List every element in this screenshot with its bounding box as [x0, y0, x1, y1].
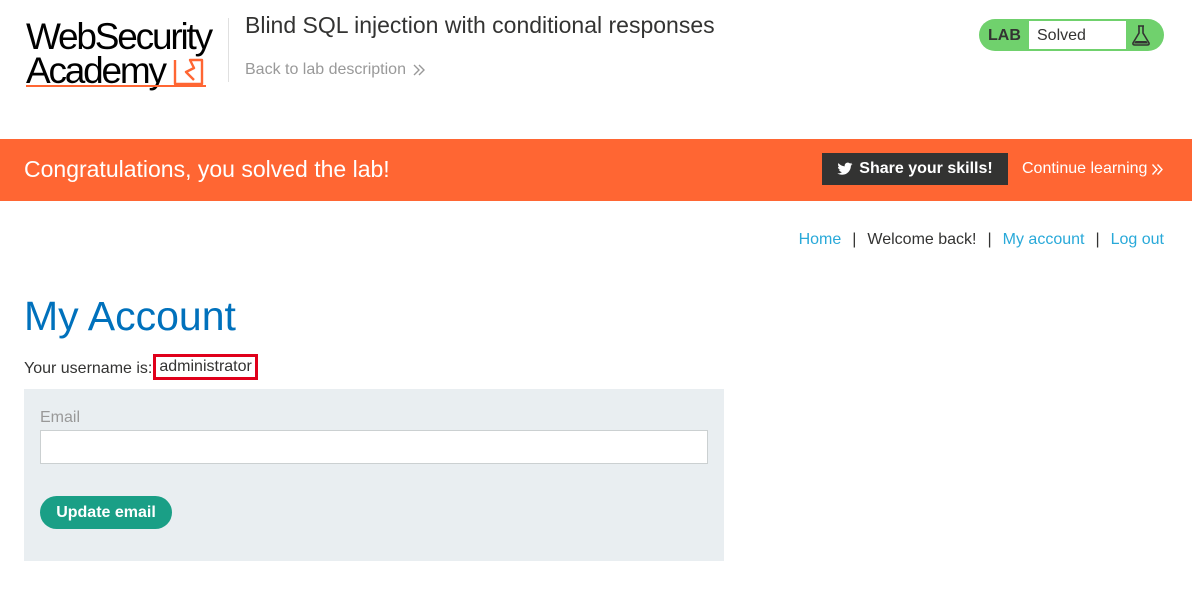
share-your-skills-button[interactable]: Share your skills! — [822, 153, 1008, 185]
back-to-lab-description-link[interactable]: Back to lab description — [245, 61, 426, 79]
double-chevron-right-icon — [413, 64, 425, 76]
username-value: administrator — [153, 354, 258, 380]
back-link-label: Back to lab description — [245, 61, 406, 78]
nav-separator: | — [852, 231, 857, 248]
top-navigation: Home | Welcome back! | My account | Log … — [799, 231, 1164, 249]
flask-icon — [1132, 25, 1150, 46]
solved-notification-banner: Congratulations, you solved the lab! Sha… — [0, 139, 1192, 201]
page-title: My Account — [24, 293, 236, 339]
web-security-academy-logo[interactable]: WebSecurity Academy — [26, 14, 226, 90]
nav-separator: | — [1095, 231, 1100, 248]
lightning-mark-icon — [173, 58, 204, 86]
logo-text-line2: Academy — [26, 50, 167, 91]
update-email-form: Email Update email — [24, 389, 724, 561]
congratulations-message: Congratulations, you solved the lab! — [24, 156, 390, 182]
username-line: Your username is: administrator — [24, 354, 258, 380]
lab-badge: LAB — [988, 27, 1021, 44]
welcome-text: Welcome back! — [867, 231, 977, 248]
logo-divider — [228, 18, 229, 82]
username-label: Your username is: — [24, 360, 153, 377]
share-button-label: Share your skills! — [859, 160, 993, 177]
logo-underline — [26, 85, 206, 87]
email-label: Email — [40, 409, 81, 426]
log-out-link[interactable]: Log out — [1111, 231, 1164, 249]
header: WebSecurity Academy Blind SQL injection … — [0, 0, 1192, 139]
lab-status-text: Solved — [1037, 27, 1086, 44]
continue-learning-label: Continue learning — [1022, 160, 1148, 177]
update-email-button[interactable]: Update email — [40, 496, 172, 529]
double-chevron-right-icon — [1152, 163, 1164, 175]
email-input[interactable] — [40, 430, 708, 464]
home-link[interactable]: Home — [799, 231, 842, 249]
twitter-icon — [837, 162, 853, 175]
continue-learning-link[interactable]: Continue learning — [1022, 160, 1164, 178]
my-account-link[interactable]: My account — [1003, 231, 1085, 249]
lab-status-widget: LAB Solved — [979, 19, 1164, 51]
nav-separator: | — [987, 231, 992, 248]
lab-status-box: Solved — [1028, 20, 1127, 50]
lab-title: Blind SQL injection with conditional res… — [245, 12, 715, 38]
